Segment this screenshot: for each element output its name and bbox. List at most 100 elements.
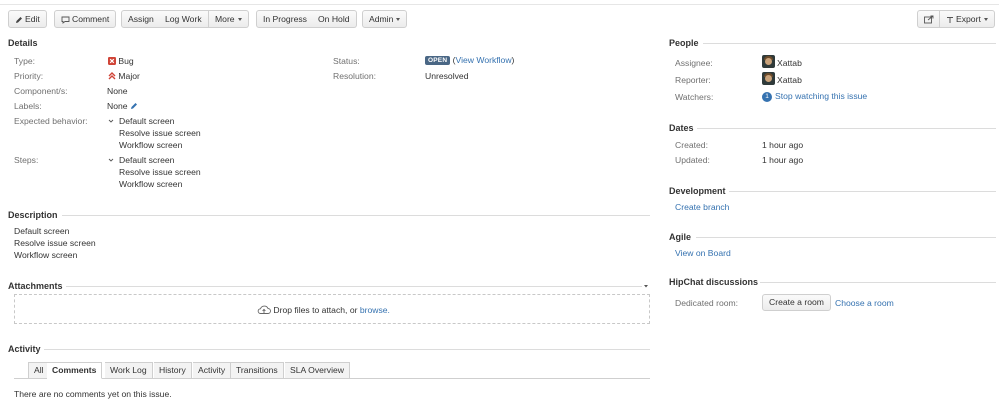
resolution-label: Resolution: xyxy=(333,71,376,81)
issue-toolbar: Edit Comment Assign Log Work More In Pro… xyxy=(8,10,995,28)
share-icon xyxy=(924,15,934,24)
paren-close: ) xyxy=(511,55,515,65)
watchers-count-badge[interactable]: 1 xyxy=(762,91,772,102)
status-badge: OPEN xyxy=(425,56,451,66)
chevron-down-icon xyxy=(237,18,242,22)
chevron-down-icon xyxy=(108,119,114,123)
hipchat-divider xyxy=(760,282,996,283)
hipchat-heading: HipChat discussions xyxy=(669,277,759,287)
status-value: OPEN (View Workflow) xyxy=(425,55,515,66)
components-value: None xyxy=(107,86,128,96)
people-divider xyxy=(703,43,996,44)
admin-dropdown[interactable]: Admin xyxy=(362,10,408,28)
chevron-down-icon xyxy=(108,158,114,162)
steps-item: Default screen xyxy=(119,155,175,165)
browse-link[interactable]: browse. xyxy=(360,305,390,315)
components-label: Component/s: xyxy=(14,86,68,96)
steps-item: Workflow screen xyxy=(119,179,183,189)
activity-divider xyxy=(44,349,650,350)
watchers-value: 1 Stop watching this issue xyxy=(762,91,867,102)
type-label: Type: xyxy=(14,56,36,66)
chevron-down-icon xyxy=(396,18,401,22)
more-dropdown[interactable]: More xyxy=(209,10,249,28)
development-divider xyxy=(729,191,996,192)
labels-text: None xyxy=(107,101,128,111)
in-progress-button[interactable]: In Progress xyxy=(256,10,314,28)
comment-label: Comment xyxy=(72,14,110,24)
view-workflow-link[interactable]: View Workflow xyxy=(456,55,512,65)
assignee-label: Assignee: xyxy=(675,58,713,68)
expected-item: Workflow screen xyxy=(119,140,183,150)
description-heading: Description xyxy=(8,210,58,220)
tab-history[interactable]: History xyxy=(154,362,192,379)
activity-heading: Activity xyxy=(8,344,41,354)
on-hold-button[interactable]: On Hold xyxy=(312,10,357,28)
pencil-icon[interactable] xyxy=(130,102,138,110)
drop-files-label: Drop files to attach, or xyxy=(273,305,358,315)
admin-label: Admin xyxy=(369,14,394,24)
development-heading: Development xyxy=(669,186,726,196)
bug-icon xyxy=(108,57,116,65)
assignee-value[interactable]: Xattab xyxy=(777,58,802,68)
edit-button[interactable]: Edit xyxy=(8,10,47,28)
details-heading: Details xyxy=(8,38,38,48)
tab-comments[interactable]: Comments xyxy=(47,362,103,379)
expected-item: Default screen xyxy=(119,116,175,126)
priority-label: Priority: xyxy=(14,71,44,81)
drop-files-text: Drop files to attach, or browse. xyxy=(257,305,390,315)
avatar xyxy=(762,72,775,85)
chevron-down-icon xyxy=(983,18,988,22)
priority-text: Major xyxy=(118,71,140,81)
created-value: 1 hour ago xyxy=(762,140,804,150)
export-dropdown[interactable]: Export xyxy=(940,10,995,28)
agile-heading: Agile xyxy=(669,232,692,242)
steps-item: Resolve issue screen xyxy=(119,167,201,177)
share-button[interactable] xyxy=(917,10,940,28)
priority-value: Major xyxy=(108,71,140,81)
tab-activity[interactable]: Activity xyxy=(193,362,232,379)
view-on-board-link[interactable]: View on Board xyxy=(675,248,731,258)
dates-heading: Dates xyxy=(669,123,694,133)
chevron-down-icon xyxy=(644,285,648,288)
agile-divider xyxy=(696,237,996,238)
expected-item: Resolve issue screen xyxy=(119,128,201,138)
labels-label: Labels: xyxy=(14,101,42,111)
watchers-label: Watchers: xyxy=(675,92,714,102)
description-line: Resolve issue screen xyxy=(14,238,96,248)
description-divider xyxy=(62,215,650,216)
attachments-options-toggle[interactable] xyxy=(643,281,649,291)
create-room-button[interactable]: Create a room xyxy=(762,294,831,311)
cloud-upload-icon xyxy=(257,305,271,314)
type-text: Bug xyxy=(118,56,134,66)
stop-watching-link[interactable]: Stop watching this issue xyxy=(775,91,867,101)
reporter-label: Reporter: xyxy=(675,75,711,85)
resolution-value: Unresolved xyxy=(425,71,469,81)
tab-sla-overview[interactable]: SLA Overview xyxy=(285,362,350,379)
choose-room-link[interactable]: Choose a room xyxy=(835,298,894,308)
assign-label: Assign xyxy=(128,14,154,24)
steps-collapse-toggle[interactable] xyxy=(108,155,114,165)
create-branch-link[interactable]: Create branch xyxy=(675,202,729,212)
speech-bubble-icon xyxy=(61,16,70,24)
attachments-heading: Attachments xyxy=(8,281,63,291)
export-icon xyxy=(947,16,953,23)
in-progress-label: In Progress xyxy=(263,14,307,24)
status-label: Status: xyxy=(333,56,360,66)
expected-collapse-toggle[interactable] xyxy=(108,116,114,126)
comment-button[interactable]: Comment xyxy=(54,10,117,28)
type-value: Bug xyxy=(108,56,134,66)
on-hold-label: On Hold xyxy=(318,14,350,24)
pencil-icon xyxy=(16,16,22,23)
tab-work-log[interactable]: Work Log xyxy=(105,362,153,379)
expected-behavior-label: Expected behavior: xyxy=(14,116,88,126)
reporter-value[interactable]: Xattab xyxy=(777,75,802,85)
export-label: Export xyxy=(956,14,981,24)
tab-transitions[interactable]: Transitions xyxy=(231,362,284,379)
avatar xyxy=(762,55,775,68)
priority-major-icon xyxy=(108,72,116,80)
log-work-label: Log Work xyxy=(165,14,202,24)
assign-button[interactable]: Assign xyxy=(121,10,161,28)
log-work-button[interactable]: Log Work xyxy=(159,10,209,28)
updated-value: 1 hour ago xyxy=(762,155,804,165)
description-line: Workflow screen xyxy=(14,250,78,260)
